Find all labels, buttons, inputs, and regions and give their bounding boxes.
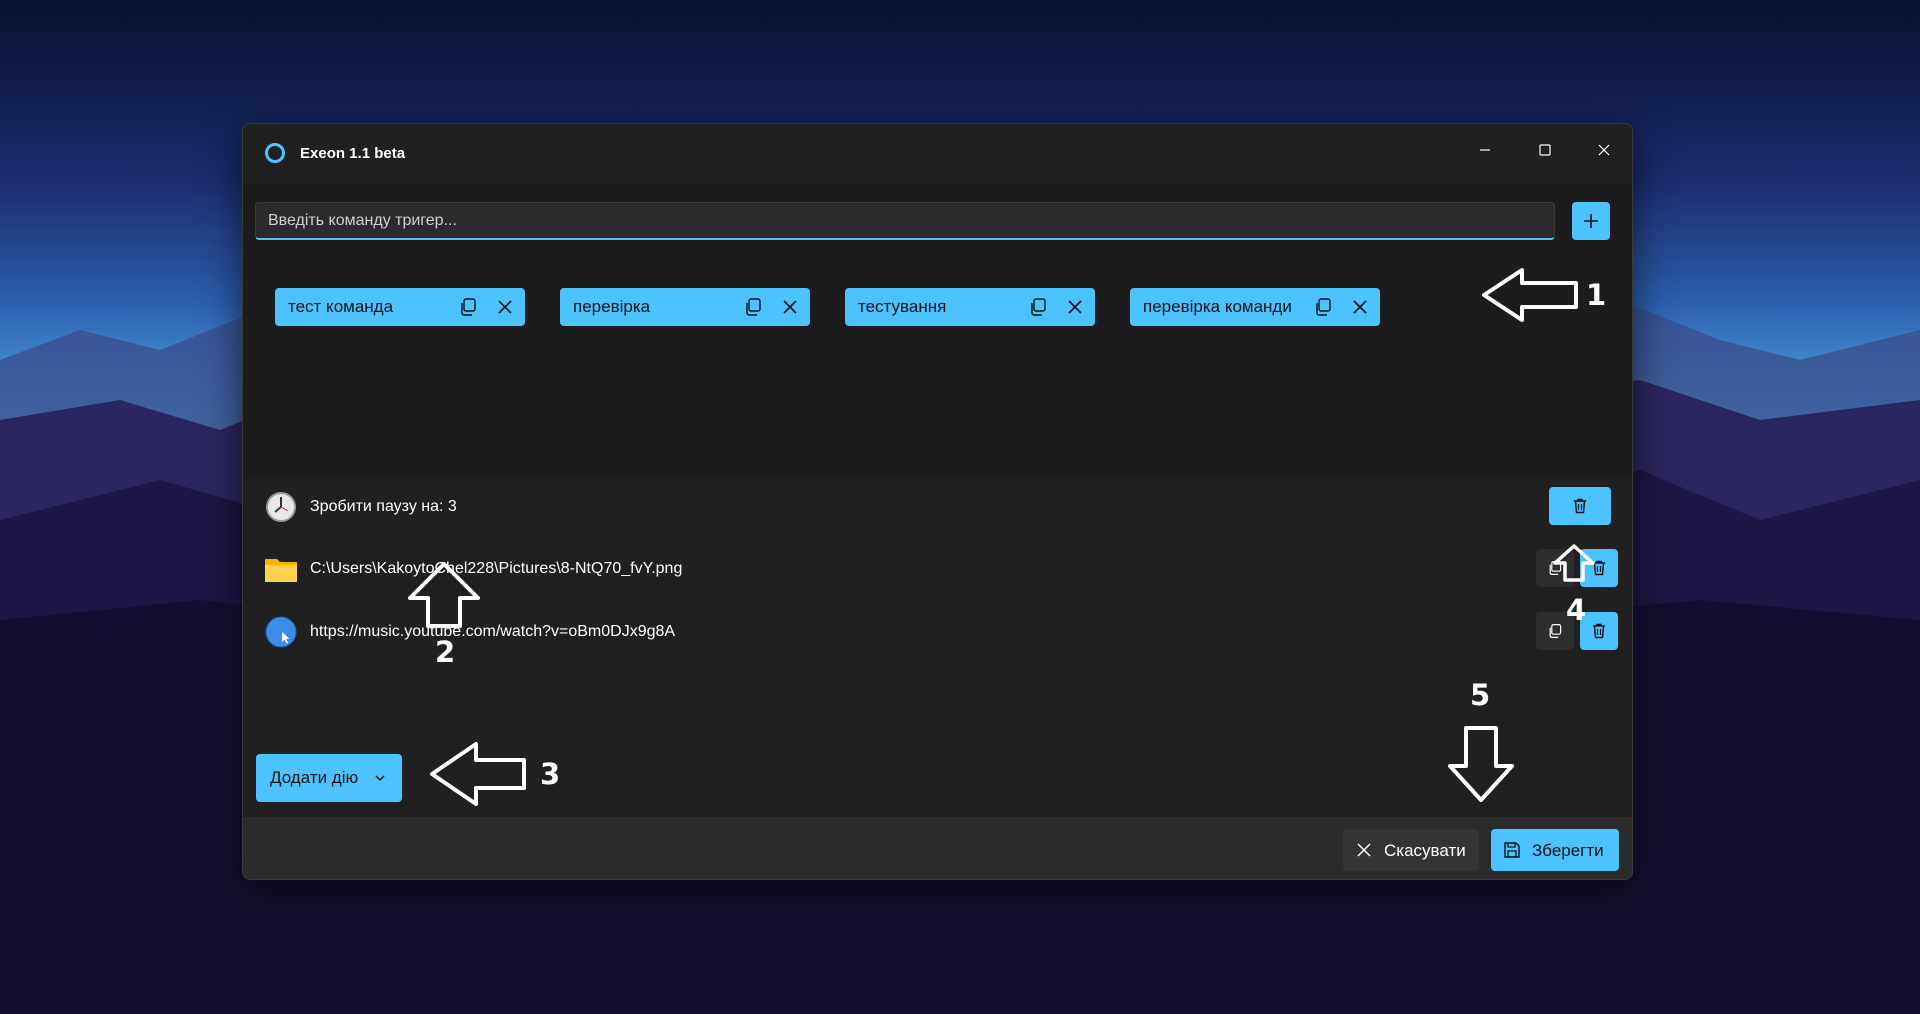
trigger-command-input[interactable] [255, 202, 1555, 240]
add-action-label: Додати дію [270, 768, 359, 787]
cancel-label: Скасувати [1384, 841, 1466, 860]
annotation-label-5: 5 [1470, 678, 1491, 712]
remove-trigger-icon[interactable] [495, 297, 515, 317]
trigger-chip-label: перевірка команди [1143, 297, 1292, 316]
copy-icon[interactable] [743, 297, 763, 317]
add-trigger-button[interactable] [1572, 202, 1610, 240]
save-label: Зберегти [1532, 841, 1604, 860]
footer-bar: Скасувати Зберегти [243, 817, 1632, 879]
trash-icon [1593, 623, 1605, 639]
annotation-arrow-up-icon [408, 562, 480, 628]
minimize-button[interactable] [1462, 132, 1508, 168]
trigger-chip: перевірка [560, 288, 810, 326]
action-text: C:\Users\KakoytoChel228\Pictures\8-NtQ70… [310, 560, 683, 577]
clock-icon [266, 492, 296, 522]
remove-trigger-icon[interactable] [1065, 297, 1085, 317]
remove-trigger-icon[interactable] [780, 297, 800, 317]
copy-icon [1549, 624, 1562, 638]
title-bar: Exeon 1.1 beta [243, 124, 1632, 184]
window-title: Exeon 1.1 beta [300, 145, 406, 162]
annotation-arrow-up-icon [1553, 544, 1595, 582]
close-icon [1357, 843, 1371, 857]
app-logo-icon [265, 143, 285, 163]
annotation-label-4: 4 [1566, 593, 1587, 627]
save-button[interactable]: Зберегти [1491, 829, 1619, 871]
list-item: Зробити паузу на: 3 [243, 484, 1632, 530]
trash-icon [1574, 498, 1586, 514]
remove-trigger-icon[interactable] [1350, 297, 1370, 317]
trigger-chip-label: перевірка [573, 297, 651, 316]
trigger-chip: тест команда [275, 288, 525, 326]
trigger-chip: тестування [845, 288, 1095, 326]
annotation-label-3: 3 [540, 757, 561, 791]
trigger-chip-label: тест команда [288, 297, 394, 316]
add-action-dropdown[interactable]: Додати дію [256, 754, 402, 802]
globe-icon [265, 616, 297, 648]
chevron-down-icon [375, 775, 385, 782]
annotation-label-2: 2 [435, 635, 456, 669]
annotation-label-1: 1 [1586, 278, 1607, 312]
delete-action-button[interactable] [1549, 487, 1611, 525]
maximize-icon [1539, 144, 1551, 156]
action-text: https://music.youtube.com/watch?v=oBm0DJ… [310, 623, 676, 640]
minimize-icon [1480, 149, 1490, 151]
copy-icon[interactable] [1313, 297, 1333, 317]
copy-icon[interactable] [1028, 297, 1048, 317]
action-text: Зробити паузу на: 3 [310, 498, 457, 515]
copy-icon[interactable] [458, 297, 478, 317]
save-icon [1504, 842, 1520, 858]
plus-icon [1584, 214, 1598, 228]
close-icon [1598, 144, 1610, 156]
trigger-panel: тест команда перевірка тестування переві… [243, 184, 1632, 478]
trigger-chip-label: тестування [858, 297, 947, 316]
maximize-button[interactable] [1522, 132, 1568, 168]
close-window-button[interactable] [1581, 132, 1627, 168]
annotation-arrow-left-icon [430, 742, 526, 806]
annotation-arrow-down-icon [1448, 726, 1514, 802]
cancel-button[interactable]: Скасувати [1343, 829, 1479, 871]
folder-icon [265, 559, 297, 582]
trigger-chip: перевірка команди [1130, 288, 1380, 326]
annotation-arrow-left-icon [1482, 268, 1578, 322]
